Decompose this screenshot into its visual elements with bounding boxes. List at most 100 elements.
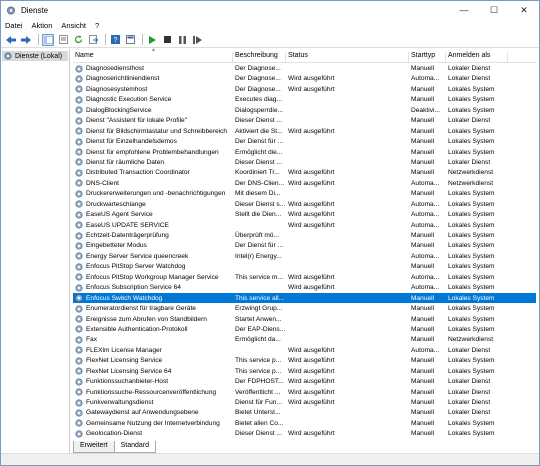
view-icon[interactable]	[124, 34, 136, 46]
service-name-cell: Diagnosesystemhost	[75, 85, 233, 94]
console-tree-icon[interactable]	[42, 33, 54, 46]
table-row[interactable]: Gemeinsame Nutzung der Internetverbindun…	[73, 418, 536, 428]
table-row[interactable]: Dienst "Assistent für lokale Profile" Die…	[73, 115, 536, 125]
column-header-name[interactable]: Name	[73, 52, 233, 63]
table-row[interactable]: Druckererweiterungen und -benachrichtigu…	[73, 188, 536, 198]
table-row[interactable]: Dienst für räumliche Daten Dieser Dienst …	[73, 157, 536, 167]
service-name-cell: FLEXlm License Manager	[75, 346, 233, 355]
table-row[interactable]: Fax Ermöglicht da... Manuell Netzwerkdienst	[73, 334, 536, 344]
forward-icon[interactable]	[20, 34, 32, 46]
service-gear-icon	[75, 284, 83, 292]
table-row[interactable]: Druckwarteschlange Dieser Dienst s... Wird…	[73, 199, 536, 209]
table-row[interactable]: EaseUS Agent Service Stellt die Dien... Wi…	[73, 209, 536, 219]
table-row[interactable]: Ereignisse zum Abrufen von Standbildern S…	[73, 314, 536, 324]
service-logon-as: Lokales System	[448, 273, 495, 281]
service-logon-as: Lokaler Dienst	[448, 158, 491, 166]
service-gear-icon	[75, 200, 83, 208]
service-name-cell: Funktionssuchanbieter-Host	[75, 377, 233, 386]
service-description: Der Dienst für ...	[235, 138, 284, 146]
properties-list-icon[interactable]	[57, 34, 69, 46]
service-logon-as: Lokales System	[448, 190, 495, 198]
table-row[interactable]: Enfocus Subscription Service 64 Wird ausg…	[73, 282, 536, 292]
table-row[interactable]: DNS-Client Der DNS-Clien... Wird ausgeführ…	[73, 178, 536, 188]
table-row[interactable]: Dienst für Bildschirmtastatur und Schrei…	[73, 126, 536, 136]
service-name-cell: Energy Server Service queencreek	[75, 252, 233, 261]
table-row[interactable]: FLEXlm License Manager Wird ausgeführt Aut…	[73, 345, 536, 355]
table-row[interactable]: DialogBlockingService Dialogsperrdie... De…	[73, 105, 536, 115]
table-row[interactable]: Funktionssuchanbieter-Host Der FDPHOST...…	[73, 376, 536, 386]
refresh-icon[interactable]	[72, 34, 84, 46]
help-icon[interactable]: ?	[109, 34, 121, 46]
table-row[interactable]: Diagnostic Execution Service Executes dia…	[73, 94, 536, 104]
list-header: ▲ Name Beschreibung Status Starttyp Anme…	[73, 47, 536, 63]
restart-service-icon[interactable]	[191, 34, 203, 46]
table-row[interactable]: Gatewaydienst auf Anwendungsebene Bietet …	[73, 407, 536, 417]
table-row[interactable]: EaseUS UPDATE SERVICE Wird ausgeführt Auto…	[73, 220, 536, 230]
column-header-status[interactable]: Status	[286, 52, 409, 63]
column-header-startup-type[interactable]: Starttyp	[409, 52, 446, 63]
table-row[interactable]: Diagnosediensthost Der Diagnose... Manuell…	[73, 63, 536, 73]
service-description: Der FDPHOST...	[235, 378, 284, 386]
service-description: Veröffentlicht ...	[235, 388, 281, 396]
menu-aktion[interactable]: Aktion	[32, 21, 53, 30]
service-status: Wird ausgeführt	[288, 378, 335, 386]
menu-datei[interactable]: Datei	[5, 21, 23, 30]
service-name-cell: Dienst "Assistent für lokale Profile"	[75, 116, 233, 125]
table-row[interactable]: FlexNet Licensing Service This service p.…	[73, 355, 536, 365]
pause-service-icon[interactable]	[176, 34, 188, 46]
service-gear-icon	[75, 127, 83, 135]
close-button[interactable]: ✕	[509, 1, 539, 19]
main-area: Dienste (Lokal) ▲ Name Beschreibung Stat…	[1, 47, 539, 453]
service-gear-icon	[75, 378, 83, 386]
table-row[interactable]: Distributed Transaction Coordinator Koord…	[73, 167, 536, 177]
service-startup-type: Manuell	[411, 325, 435, 333]
menu-help[interactable]: ?	[95, 21, 99, 30]
minimize-button[interactable]: —	[449, 1, 479, 19]
table-row[interactable]: Dienst für Einzelhandelsdemos Der Dienst …	[73, 136, 536, 146]
service-status: Wird ausgeführt	[288, 127, 335, 135]
service-gear-icon	[75, 294, 83, 302]
table-row[interactable]: Funkverwaltungsdienst Dienst für Fun... Wi…	[73, 397, 536, 407]
service-name-cell: DialogBlockingService	[75, 106, 233, 115]
column-header-logon-as[interactable]: Anmelden als	[446, 52, 508, 63]
service-logon-as: Lokaler Dienst	[448, 117, 491, 125]
tree-item-services-local[interactable]: Dienste (Lokal)	[2, 51, 68, 61]
table-row[interactable]: Diagnosesystemhost Der Diagnose... Wird au…	[73, 84, 536, 94]
table-row[interactable]: Diagnoserichtliniendienst Der Diagnose...…	[73, 73, 536, 83]
table-row[interactable]: Dienst für empfohlene Problembehandlunge…	[73, 147, 536, 157]
service-name-cell: Druckwarteschlange	[75, 200, 233, 209]
service-name-cell: Dienst für Bildschirmtastatur und Schrei…	[75, 127, 233, 136]
service-name: Druckererweiterungen und -benachrichtigu…	[86, 190, 226, 198]
back-icon[interactable]	[5, 34, 17, 46]
service-name-cell: Dienst für räumliche Daten	[75, 158, 233, 167]
tab-extended[interactable]: Erweitert	[73, 441, 115, 453]
column-header-description[interactable]: Beschreibung	[233, 52, 286, 63]
table-row[interactable]: Energy Server Service queencreek Intel(r)…	[73, 251, 536, 261]
table-row[interactable]: Enumeratordienst für tragbare Geräte Erzw…	[73, 303, 536, 313]
table-row[interactable]: Enfocus PitStop Server Watchdog Manuell Lo…	[73, 261, 536, 271]
export-list-icon[interactable]	[87, 34, 99, 46]
table-row[interactable]: Enfocus Switch Watchdog This service all.…	[73, 292, 536, 304]
service-startup-type: Automa...	[411, 221, 440, 229]
toolbar: ?	[1, 32, 539, 48]
table-row[interactable]: Echtzeit-Datenträgerprüfung Überprüft mö.…	[73, 230, 536, 240]
service-status: Wird ausgeführt	[288, 75, 335, 83]
service-name: Enfocus Switch Watchdog	[86, 294, 163, 302]
service-name: Echtzeit-Datenträgerprüfung	[86, 232, 169, 239]
service-name: EaseUS Agent Service	[86, 211, 153, 219]
table-row[interactable]: FlexNet Licensing Service 64 This service…	[73, 366, 536, 376]
table-row[interactable]: Enfocus PitStop Workgroup Manager Servic…	[73, 272, 536, 282]
stop-service-icon[interactable]	[161, 34, 173, 46]
start-service-icon[interactable]	[146, 34, 158, 46]
tab-standard[interactable]: Standard	[113, 441, 157, 453]
service-logon-as: Lokales System	[448, 232, 495, 239]
table-row[interactable]: Geolocation-Dienst Dieser Dienst ... Wird …	[73, 428, 536, 438]
table-row[interactable]: Eingebetteter Modus Der Dienst für ... Man…	[73, 240, 536, 250]
table-row[interactable]: Funktionssuche-Ressourcenveröffentlichun…	[73, 387, 536, 397]
service-name: Diagnosesystemhost	[86, 85, 148, 93]
service-gear-icon	[75, 148, 83, 156]
service-name: FlexNet Licensing Service 64	[86, 367, 172, 375]
menu-ansicht[interactable]: Ansicht	[61, 21, 86, 30]
maximize-button[interactable]: ☐	[479, 1, 509, 19]
table-row[interactable]: Extensible Authentication-Protokoll Der E…	[73, 324, 536, 334]
